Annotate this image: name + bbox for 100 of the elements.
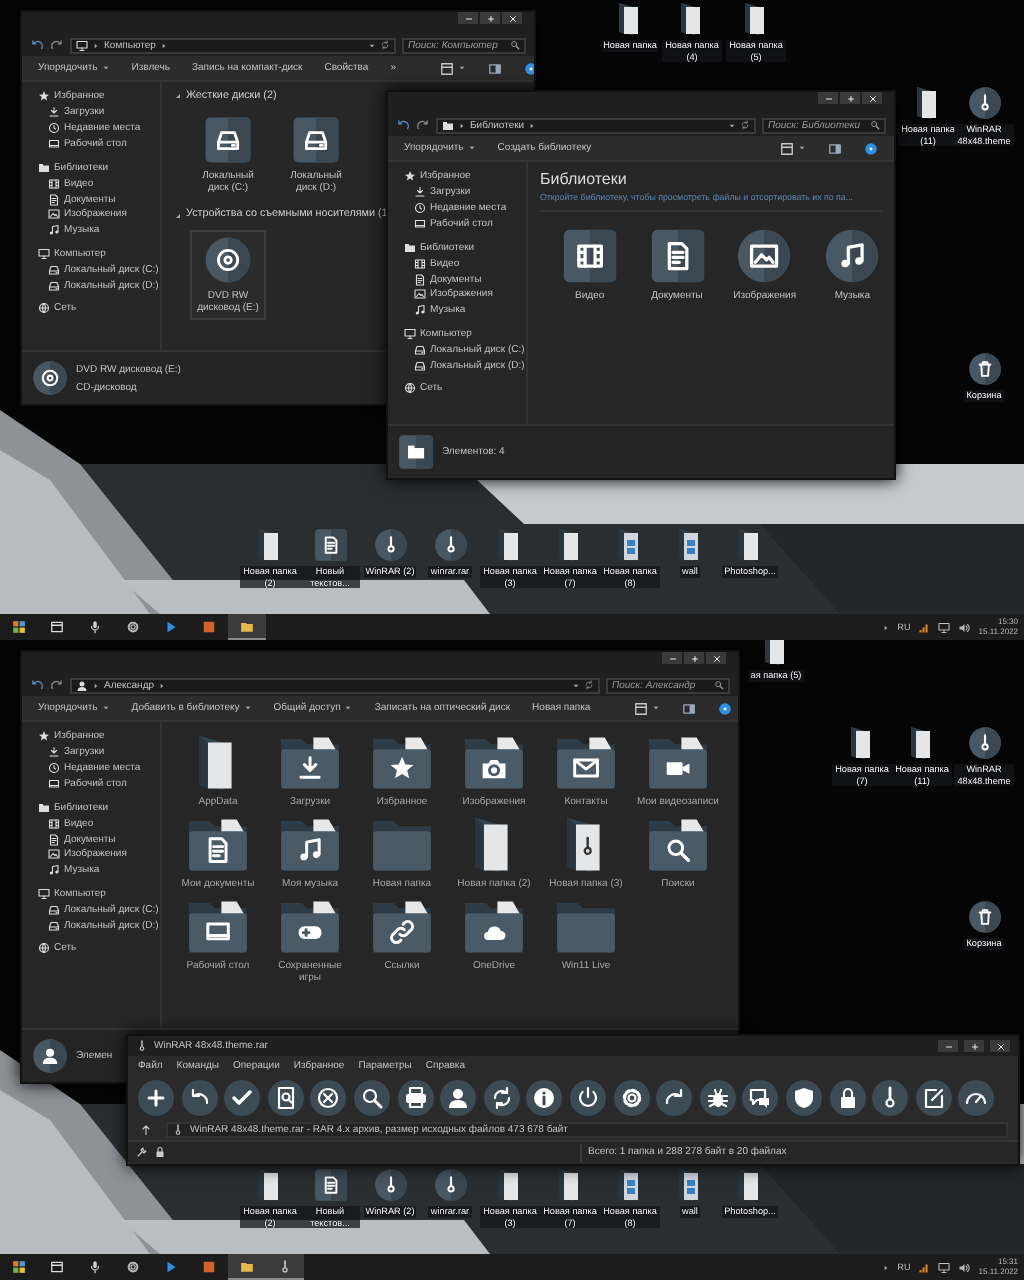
power-button[interactable]: [569, 1079, 606, 1115]
film-icon: [48, 177, 60, 190]
speaker-icon: [958, 1261, 971, 1273]
music-note-icon: [414, 304, 426, 317]
view-button[interactable]: [439, 61, 466, 75]
help-button[interactable]: [523, 61, 534, 75]
drive-icon: [48, 263, 60, 276]
back-arrow-icon: [30, 678, 44, 692]
info-button[interactable]: [526, 1079, 563, 1115]
forward-button[interactable]: [50, 678, 64, 692]
maximize-button[interactable]: [684, 652, 704, 664]
preview-pane-button[interactable]: [487, 61, 502, 75]
star-icon: [38, 90, 50, 103]
globe-icon: [404, 382, 416, 395]
info-icon: [532, 1085, 557, 1109]
four-squares-icon: [12, 1260, 26, 1274]
download-icon: [48, 106, 60, 119]
close-button[interactable]: [862, 92, 882, 104]
help-icon: [523, 61, 534, 75]
add-button[interactable]: [138, 1079, 174, 1115]
minimize-button[interactable]: [662, 652, 682, 664]
taskbar-button[interactable]: [228, 614, 266, 640]
pane-icon: [682, 701, 697, 715]
minimize-button[interactable]: [458, 12, 478, 24]
checkmark-icon: [230, 1085, 255, 1109]
forward-button[interactable]: [416, 118, 430, 132]
forward-button[interactable]: [50, 38, 64, 52]
search-button[interactable]: [353, 1079, 390, 1115]
cross-icon: [316, 1085, 341, 1109]
edit-icon: [921, 1085, 946, 1109]
bug-button[interactable]: [699, 1079, 736, 1115]
checkmark-button[interactable]: [224, 1079, 261, 1115]
monitor-icon: [38, 247, 50, 260]
minimize-button[interactable]: [938, 1040, 958, 1052]
padlock-button[interactable]: [829, 1079, 865, 1115]
image-icon: [414, 288, 426, 301]
caret-icon: [728, 121, 736, 129]
desktop-icon: [414, 218, 426, 231]
close-button[interactable]: [502, 12, 522, 24]
four-squares-icon: [12, 620, 26, 634]
disc-icon: [32, 360, 68, 396]
back-button[interactable]: [30, 38, 44, 52]
chat-button[interactable]: [742, 1079, 779, 1115]
view-button[interactable]: [634, 701, 661, 715]
edit-button[interactable]: [915, 1079, 952, 1115]
person-icon: [76, 679, 88, 691]
help-button[interactable]: [864, 141, 878, 155]
cross-button[interactable]: [310, 1079, 347, 1115]
help-icon: [864, 141, 878, 155]
document-magnifier-button[interactable]: [267, 1079, 304, 1115]
view-button[interactable]: [780, 141, 806, 155]
star-folder-icon: [368, 734, 436, 792]
music-note-icon: [824, 227, 881, 284]
disc-icon: [204, 235, 252, 284]
back-button[interactable]: [30, 678, 44, 692]
printer-button[interactable]: [397, 1079, 434, 1115]
refresh-icon: [740, 120, 750, 130]
printer-icon: [403, 1085, 428, 1109]
caret-icon: [798, 144, 806, 152]
caret-icon: [572, 681, 580, 689]
refresh-icon: [489, 1085, 514, 1109]
refresh-icon: [380, 40, 390, 50]
document-icon: [313, 528, 347, 562]
redo-button[interactable]: [656, 1079, 693, 1115]
curved-arrow-button[interactable]: [181, 1079, 218, 1115]
music-note-icon: [48, 864, 60, 877]
bug-icon: [705, 1085, 730, 1109]
zipper-button[interactable]: [872, 1079, 909, 1115]
library-icon: [38, 801, 50, 814]
desktop-icon: [48, 138, 60, 151]
up-button[interactable]: [138, 1122, 154, 1138]
close-button[interactable]: [990, 1040, 1010, 1052]
minimize-icon: [823, 93, 833, 103]
drive-icon: [204, 116, 252, 165]
close-button[interactable]: [706, 652, 726, 664]
minimize-button[interactable]: [818, 92, 838, 104]
trash-icon: [967, 900, 1001, 934]
person-icon: [446, 1085, 471, 1109]
shield-button[interactable]: [785, 1079, 822, 1115]
close-icon: [711, 653, 721, 663]
preview-pane-button[interactable]: [828, 141, 842, 155]
forward-arrow-icon: [416, 118, 430, 132]
settings-button[interactable]: [613, 1079, 650, 1115]
view-icon: [634, 701, 649, 715]
preview-pane-button[interactable]: [682, 701, 697, 715]
video-camera-folder-icon: [644, 734, 712, 792]
film-icon: [561, 227, 618, 284]
maximize-button[interactable]: [480, 12, 500, 24]
maximize-button[interactable]: [840, 92, 860, 104]
pane-icon: [828, 141, 842, 155]
person-button[interactable]: [440, 1079, 477, 1115]
play-icon: [164, 1260, 178, 1274]
taskbar-button[interactable]: [228, 1254, 266, 1280]
close-icon: [507, 13, 517, 23]
refresh-button[interactable]: [483, 1079, 520, 1115]
gauge-button[interactable]: [958, 1079, 995, 1115]
help-button[interactable]: [718, 701, 733, 715]
microphone-icon: [88, 1260, 102, 1274]
back-button[interactable]: [396, 118, 410, 132]
maximize-button[interactable]: [964, 1040, 984, 1052]
